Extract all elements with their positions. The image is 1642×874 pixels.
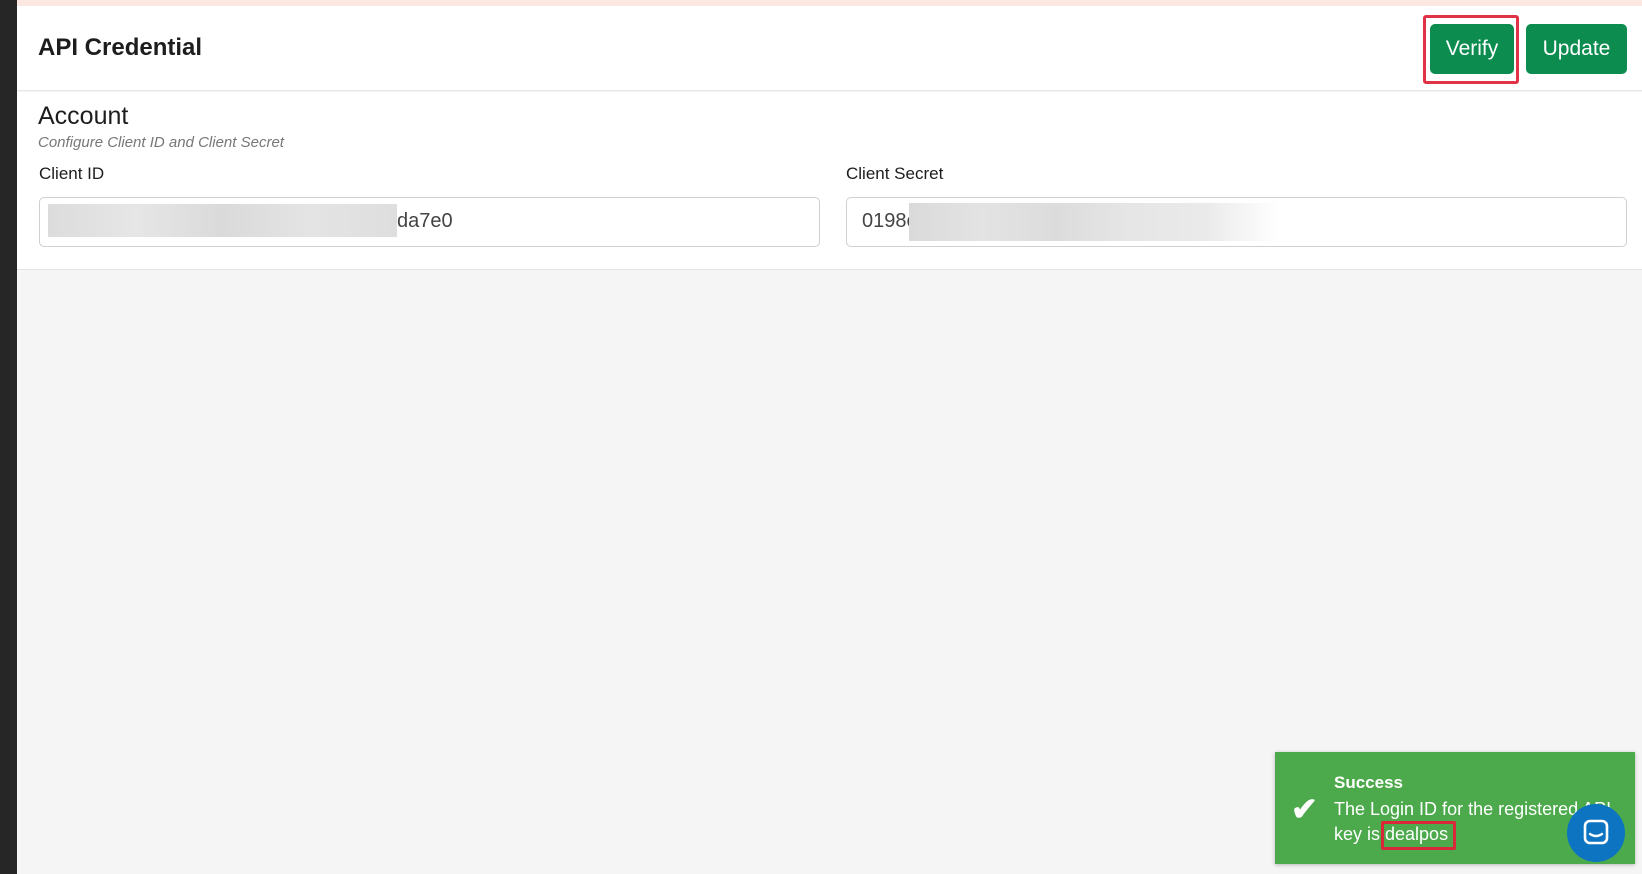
update-button[interactable]: Update [1526,24,1627,74]
client-id-field[interactable]: da7e0 [39,197,820,247]
toast-login-id: dealpos [1381,821,1457,850]
page-title: API Credential [38,34,203,61]
client-id-label: Client ID [39,164,105,183]
verify-button[interactable]: Verify [1430,24,1514,74]
chat-launcher-button[interactable] [1567,804,1625,862]
account-subtitle: Configure Client ID and Client Secret [38,134,284,151]
account-title: Account [38,102,129,130]
client-secret-label: Client Secret [846,164,944,183]
client-id-redaction [48,204,397,237]
client-secret-field[interactable]: 0198c [846,197,1627,247]
toast-title: Success [1334,773,1403,792]
check-icon: ✔ [1291,791,1318,827]
left-sidebar-edge [0,0,17,874]
page-header: API Credential Verify Update [17,6,1642,91]
client-secret-redaction [909,203,1279,241]
chat-icon [1583,819,1609,845]
account-panel: Account Configure Client ID and Client S… [17,92,1642,270]
client-id-value: da7e0 [397,210,453,232]
